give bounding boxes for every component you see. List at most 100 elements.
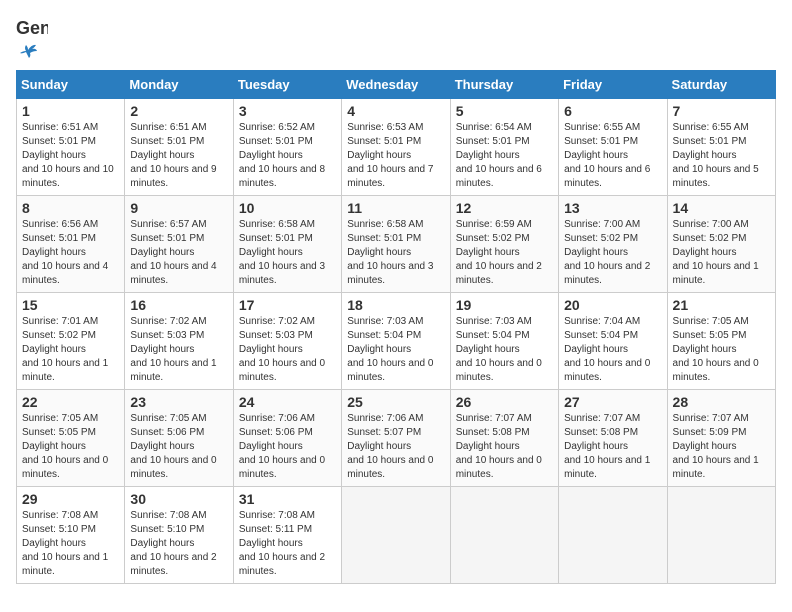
day-info: Sunrise: 7:05 AM Sunset: 5:05 PM Dayligh… xyxy=(22,412,119,482)
calendar-day-cell: 19 Sunrise: 7:03 AM Sunset: 5:04 PM Dayl… xyxy=(450,293,558,390)
calendar-day-cell: 7 Sunrise: 6:55 AM Sunset: 5:01 PM Dayli… xyxy=(667,99,775,196)
calendar-table: SundayMondayTuesdayWednesdayThursdayFrid… xyxy=(16,70,776,584)
day-number: 23 xyxy=(130,394,227,410)
day-number: 2 xyxy=(130,103,227,119)
day-number: 10 xyxy=(239,200,336,216)
calendar-day-cell: 24 Sunrise: 7:06 AM Sunset: 5:06 PM Dayl… xyxy=(233,390,341,487)
day-number: 24 xyxy=(239,394,336,410)
day-info: Sunrise: 7:08 AM Sunset: 5:10 PM Dayligh… xyxy=(22,509,119,579)
page-header: General xyxy=(16,16,776,60)
day-info: Sunrise: 7:07 AM Sunset: 5:08 PM Dayligh… xyxy=(456,412,553,482)
calendar-week-row: 22 Sunrise: 7:05 AM Sunset: 5:05 PM Dayl… xyxy=(17,390,776,487)
day-info: Sunrise: 7:05 AM Sunset: 5:05 PM Dayligh… xyxy=(673,315,770,385)
day-info: Sunrise: 7:00 AM Sunset: 5:02 PM Dayligh… xyxy=(564,218,661,288)
day-info: Sunrise: 7:07 AM Sunset: 5:08 PM Dayligh… xyxy=(564,412,661,482)
day-number: 30 xyxy=(130,491,227,507)
day-info: Sunrise: 6:59 AM Sunset: 5:02 PM Dayligh… xyxy=(456,218,553,288)
calendar-day-cell: 9 Sunrise: 6:57 AM Sunset: 5:01 PM Dayli… xyxy=(125,196,233,293)
calendar-day-cell: 10 Sunrise: 6:58 AM Sunset: 5:01 PM Dayl… xyxy=(233,196,341,293)
calendar-day-cell: 21 Sunrise: 7:05 AM Sunset: 5:05 PM Dayl… xyxy=(667,293,775,390)
calendar-day-cell: 16 Sunrise: 7:02 AM Sunset: 5:03 PM Dayl… xyxy=(125,293,233,390)
calendar-day-cell: 22 Sunrise: 7:05 AM Sunset: 5:05 PM Dayl… xyxy=(17,390,125,487)
day-info: Sunrise: 7:03 AM Sunset: 5:04 PM Dayligh… xyxy=(456,315,553,385)
day-info: Sunrise: 6:57 AM Sunset: 5:01 PM Dayligh… xyxy=(130,218,227,288)
day-number: 14 xyxy=(673,200,770,216)
logo: General xyxy=(16,16,48,60)
calendar-day-cell: 30 Sunrise: 7:08 AM Sunset: 5:10 PM Dayl… xyxy=(125,487,233,584)
day-info: Sunrise: 6:51 AM Sunset: 5:01 PM Dayligh… xyxy=(130,121,227,191)
calendar-day-cell: 28 Sunrise: 7:07 AM Sunset: 5:09 PM Dayl… xyxy=(667,390,775,487)
day-number: 18 xyxy=(347,297,444,313)
day-number: 7 xyxy=(673,103,770,119)
day-number: 1 xyxy=(22,103,119,119)
day-number: 26 xyxy=(456,394,553,410)
calendar-day-cell: 17 Sunrise: 7:02 AM Sunset: 5:03 PM Dayl… xyxy=(233,293,341,390)
day-info: Sunrise: 6:55 AM Sunset: 5:01 PM Dayligh… xyxy=(673,121,770,191)
calendar-day-cell xyxy=(342,487,450,584)
calendar-day-cell: 2 Sunrise: 6:51 AM Sunset: 5:01 PM Dayli… xyxy=(125,99,233,196)
calendar-day-cell: 4 Sunrise: 6:53 AM Sunset: 5:01 PM Dayli… xyxy=(342,99,450,196)
weekday-header: Friday xyxy=(559,71,667,99)
day-number: 15 xyxy=(22,297,119,313)
weekday-header: Tuesday xyxy=(233,71,341,99)
day-info: Sunrise: 7:00 AM Sunset: 5:02 PM Dayligh… xyxy=(673,218,770,288)
day-number: 17 xyxy=(239,297,336,313)
weekday-header: Wednesday xyxy=(342,71,450,99)
day-number: 5 xyxy=(456,103,553,119)
weekday-header: Saturday xyxy=(667,71,775,99)
day-number: 28 xyxy=(673,394,770,410)
weekday-header: Thursday xyxy=(450,71,558,99)
day-info: Sunrise: 7:06 AM Sunset: 5:07 PM Dayligh… xyxy=(347,412,444,482)
day-info: Sunrise: 7:05 AM Sunset: 5:06 PM Dayligh… xyxy=(130,412,227,482)
calendar-day-cell: 14 Sunrise: 7:00 AM Sunset: 5:02 PM Dayl… xyxy=(667,196,775,293)
day-number: 22 xyxy=(22,394,119,410)
calendar-day-cell: 1 Sunrise: 6:51 AM Sunset: 5:01 PM Dayli… xyxy=(17,99,125,196)
day-number: 11 xyxy=(347,200,444,216)
day-number: 25 xyxy=(347,394,444,410)
day-info: Sunrise: 6:54 AM Sunset: 5:01 PM Dayligh… xyxy=(456,121,553,191)
calendar-day-cell: 29 Sunrise: 7:08 AM Sunset: 5:10 PM Dayl… xyxy=(17,487,125,584)
day-info: Sunrise: 7:07 AM Sunset: 5:09 PM Dayligh… xyxy=(673,412,770,482)
day-info: Sunrise: 7:04 AM Sunset: 5:04 PM Dayligh… xyxy=(564,315,661,385)
day-info: Sunrise: 6:52 AM Sunset: 5:01 PM Dayligh… xyxy=(239,121,336,191)
day-number: 31 xyxy=(239,491,336,507)
calendar-day-cell: 27 Sunrise: 7:07 AM Sunset: 5:08 PM Dayl… xyxy=(559,390,667,487)
calendar-header: SundayMondayTuesdayWednesdayThursdayFrid… xyxy=(17,71,776,99)
day-number: 6 xyxy=(564,103,661,119)
day-number: 9 xyxy=(130,200,227,216)
day-number: 12 xyxy=(456,200,553,216)
calendar-day-cell: 23 Sunrise: 7:05 AM Sunset: 5:06 PM Dayl… xyxy=(125,390,233,487)
weekday-header: Monday xyxy=(125,71,233,99)
day-number: 27 xyxy=(564,394,661,410)
day-info: Sunrise: 6:58 AM Sunset: 5:01 PM Dayligh… xyxy=(239,218,336,288)
day-number: 21 xyxy=(673,297,770,313)
calendar-day-cell: 8 Sunrise: 6:56 AM Sunset: 5:01 PM Dayli… xyxy=(17,196,125,293)
day-number: 20 xyxy=(564,297,661,313)
day-info: Sunrise: 7:02 AM Sunset: 5:03 PM Dayligh… xyxy=(130,315,227,385)
calendar-day-cell: 20 Sunrise: 7:04 AM Sunset: 5:04 PM Dayl… xyxy=(559,293,667,390)
svg-text:General: General xyxy=(16,18,48,38)
day-info: Sunrise: 7:02 AM Sunset: 5:03 PM Dayligh… xyxy=(239,315,336,385)
day-number: 8 xyxy=(22,200,119,216)
calendar-week-row: 15 Sunrise: 7:01 AM Sunset: 5:02 PM Dayl… xyxy=(17,293,776,390)
day-info: Sunrise: 6:51 AM Sunset: 5:01 PM Dayligh… xyxy=(22,121,119,191)
calendar-day-cell: 3 Sunrise: 6:52 AM Sunset: 5:01 PM Dayli… xyxy=(233,99,341,196)
calendar-day-cell xyxy=(450,487,558,584)
day-number: 13 xyxy=(564,200,661,216)
calendar-week-row: 8 Sunrise: 6:56 AM Sunset: 5:01 PM Dayli… xyxy=(17,196,776,293)
logo-bird-icon xyxy=(18,40,38,60)
day-info: Sunrise: 6:58 AM Sunset: 5:01 PM Dayligh… xyxy=(347,218,444,288)
calendar-day-cell: 5 Sunrise: 6:54 AM Sunset: 5:01 PM Dayli… xyxy=(450,99,558,196)
day-number: 19 xyxy=(456,297,553,313)
day-info: Sunrise: 6:55 AM Sunset: 5:01 PM Dayligh… xyxy=(564,121,661,191)
day-number: 29 xyxy=(22,491,119,507)
calendar-day-cell: 6 Sunrise: 6:55 AM Sunset: 5:01 PM Dayli… xyxy=(559,99,667,196)
weekday-header: Sunday xyxy=(17,71,125,99)
calendar-day-cell: 25 Sunrise: 7:06 AM Sunset: 5:07 PM Dayl… xyxy=(342,390,450,487)
day-info: Sunrise: 7:03 AM Sunset: 5:04 PM Dayligh… xyxy=(347,315,444,385)
calendar-day-cell: 31 Sunrise: 7:08 AM Sunset: 5:11 PM Dayl… xyxy=(233,487,341,584)
day-info: Sunrise: 7:08 AM Sunset: 5:11 PM Dayligh… xyxy=(239,509,336,579)
day-number: 16 xyxy=(130,297,227,313)
day-info: Sunrise: 7:08 AM Sunset: 5:10 PM Dayligh… xyxy=(130,509,227,579)
calendar-week-row: 1 Sunrise: 6:51 AM Sunset: 5:01 PM Dayli… xyxy=(17,99,776,196)
